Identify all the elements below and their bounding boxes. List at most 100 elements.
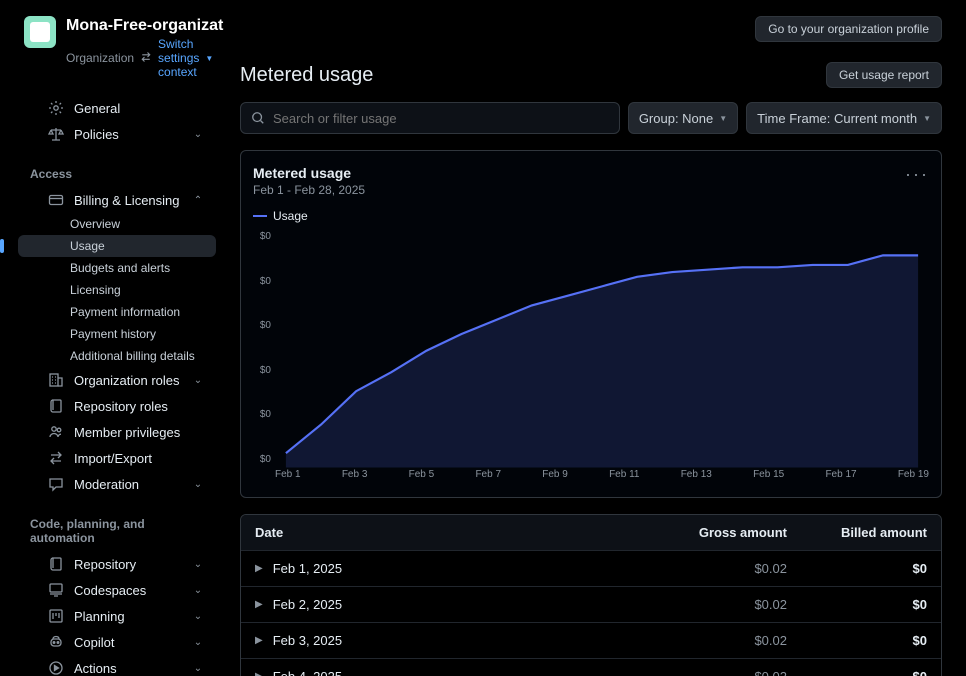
sidebar-item-label: Policies: [74, 127, 182, 142]
search-input[interactable]: [265, 111, 609, 126]
sidebar-item-label: Member privileges: [74, 425, 204, 440]
sidebar-item-moderation[interactable]: Moderation ⌄: [18, 471, 216, 497]
chevron-right-icon: ▶: [255, 635, 263, 646]
repo-icon: [48, 556, 64, 572]
chart-subtitle: Feb 1 - Feb 28, 2025: [253, 183, 365, 197]
chevron-down-icon: ⌄: [192, 585, 204, 596]
org-profile-button[interactable]: Go to your organization profile: [755, 16, 942, 42]
sidebar-item-label: Import/Export: [74, 451, 204, 466]
sidebar-sub-overview[interactable]: Overview: [18, 213, 216, 235]
sidebar-item-label: Repository roles: [74, 399, 204, 414]
cell-billed: $0: [787, 561, 927, 576]
section-header-access: Access: [0, 159, 224, 187]
switch-icon: [140, 51, 152, 66]
chevron-down-icon: ⌄: [192, 611, 204, 622]
sidebar-item-repository-roles[interactable]: Repository roles: [18, 393, 216, 419]
sidebar-item-actions[interactable]: Actions ⌄: [18, 655, 216, 676]
chevron-down-icon: ⌄: [192, 129, 204, 140]
chevron-down-icon: ⌄: [192, 375, 204, 386]
group-filter-button[interactable]: Group: None ▼: [628, 102, 738, 134]
org-name: Mona-Free-organization: [66, 16, 208, 35]
codespaces-icon: [48, 582, 64, 598]
sidebar-item-billing[interactable]: Billing & Licensing ⌃: [18, 187, 216, 213]
section-header-code: Code, planning, and automation: [0, 509, 224, 551]
column-header-billed[interactable]: Billed amount: [787, 525, 927, 540]
cell-gross: $0.02: [607, 633, 787, 648]
table-row[interactable]: ▶ Feb 1, 2025 $0.02 $0: [241, 551, 941, 587]
table-row[interactable]: ▶ Feb 3, 2025 $0.02 $0: [241, 623, 941, 659]
get-usage-report-button[interactable]: Get usage report: [826, 62, 942, 88]
sidebar-item-policies[interactable]: Policies ⌄: [18, 121, 216, 147]
chevron-down-icon: ⌄: [192, 479, 204, 490]
repo-icon: [48, 398, 64, 414]
sidebar-item-planning[interactable]: Planning ⌄: [18, 603, 216, 629]
sidebar-item-general[interactable]: General: [18, 95, 216, 121]
chevron-right-icon: ▶: [255, 671, 263, 676]
column-header-date[interactable]: Date: [255, 525, 607, 540]
main-content: Go to your organization profile Metered …: [224, 0, 966, 676]
sidebar-sub-usage[interactable]: Usage: [18, 235, 216, 257]
sidebar-sub-payment-history[interactable]: Payment history: [18, 323, 216, 345]
sidebar: Mona-Free-organization Organization Swit…: [0, 0, 224, 676]
sidebar-item-member-privileges[interactable]: Member privileges: [18, 419, 216, 445]
sidebar-sub-payment-information[interactable]: Payment information: [18, 301, 216, 323]
chevron-down-icon: ⌄: [192, 559, 204, 570]
cell-billed: $0: [787, 633, 927, 648]
sidebar-item-label: General: [74, 101, 204, 116]
scale-icon: [48, 126, 64, 142]
chevron-up-icon: ⌃: [192, 195, 204, 206]
sidebar-item-label: Repository: [74, 557, 182, 572]
search-icon: [251, 111, 265, 125]
project-icon: [48, 608, 64, 624]
sidebar-item-label: Organization roles: [74, 373, 182, 388]
switch-context-link[interactable]: Switch settings context: [158, 37, 199, 79]
cell-gross: $0.02: [607, 561, 787, 576]
table-row[interactable]: ▶ Feb 2, 2025 $0.02 $0: [241, 587, 941, 623]
chart-legend: Usage: [253, 209, 929, 223]
sidebar-item-copilot[interactable]: Copilot ⌄: [18, 629, 216, 655]
y-axis-labels: $0$0$0$0$0$0: [253, 227, 275, 487]
search-input-wrap[interactable]: [240, 102, 620, 134]
chart-menu-button[interactable]: ···: [905, 165, 929, 183]
cell-gross: $0.02: [607, 669, 787, 676]
sidebar-item-label: Copilot: [74, 635, 182, 650]
cell-date: Feb 3, 2025: [273, 633, 342, 648]
usage-table: Date Gross amount Billed amount ▶ Feb 1,…: [240, 514, 942, 676]
org-icon: [48, 372, 64, 388]
timeframe-filter-label: Time Frame: Current month: [757, 111, 917, 126]
table-row[interactable]: ▶ Feb 4, 2025 $0.02 $0: [241, 659, 941, 676]
sidebar-item-organization-roles[interactable]: Organization roles ⌄: [18, 367, 216, 393]
page-title: Metered usage: [240, 64, 373, 87]
cell-billed: $0: [787, 669, 927, 676]
sidebar-item-repository[interactable]: Repository ⌄: [18, 551, 216, 577]
sidebar-item-import-export[interactable]: Import/Export: [18, 445, 216, 471]
triangle-down-icon: ▼: [923, 114, 931, 123]
caret-down-icon: ▼: [205, 54, 213, 63]
chevron-right-icon: ▶: [255, 563, 263, 574]
org-avatar[interactable]: [24, 16, 56, 48]
swap-icon: [48, 450, 64, 466]
sidebar-sub-licensing[interactable]: Licensing: [18, 279, 216, 301]
chevron-down-icon: ⌄: [192, 663, 204, 674]
chart-title: Metered usage: [253, 165, 365, 181]
chevron-right-icon: ▶: [255, 599, 263, 610]
cell-date: Feb 2, 2025: [273, 597, 342, 612]
legend-label: Usage: [273, 209, 308, 223]
usage-chart-card: Metered usage Feb 1 - Feb 28, 2025 ··· U…: [240, 150, 942, 498]
sidebar-sub-additional-billing-details[interactable]: Additional billing details: [18, 345, 216, 367]
cell-date: Feb 1, 2025: [273, 561, 342, 576]
comment-icon: [48, 476, 64, 492]
card-icon: [48, 192, 64, 208]
gear-icon: [48, 100, 64, 116]
timeframe-filter-button[interactable]: Time Frame: Current month ▼: [746, 102, 942, 134]
sidebar-sub-budgets-and-alerts[interactable]: Budgets and alerts: [18, 257, 216, 279]
column-header-gross[interactable]: Gross amount: [607, 525, 787, 540]
sidebar-item-label: Planning: [74, 609, 182, 624]
sidebar-item-codespaces[interactable]: Codespaces ⌄: [18, 577, 216, 603]
copilot-icon: [48, 634, 64, 650]
legend-swatch-icon: [253, 215, 267, 217]
triangle-down-icon: ▼: [719, 114, 727, 123]
sidebar-item-label: Codespaces: [74, 583, 182, 598]
cell-gross: $0.02: [607, 597, 787, 612]
group-filter-label: Group: None: [639, 111, 713, 126]
